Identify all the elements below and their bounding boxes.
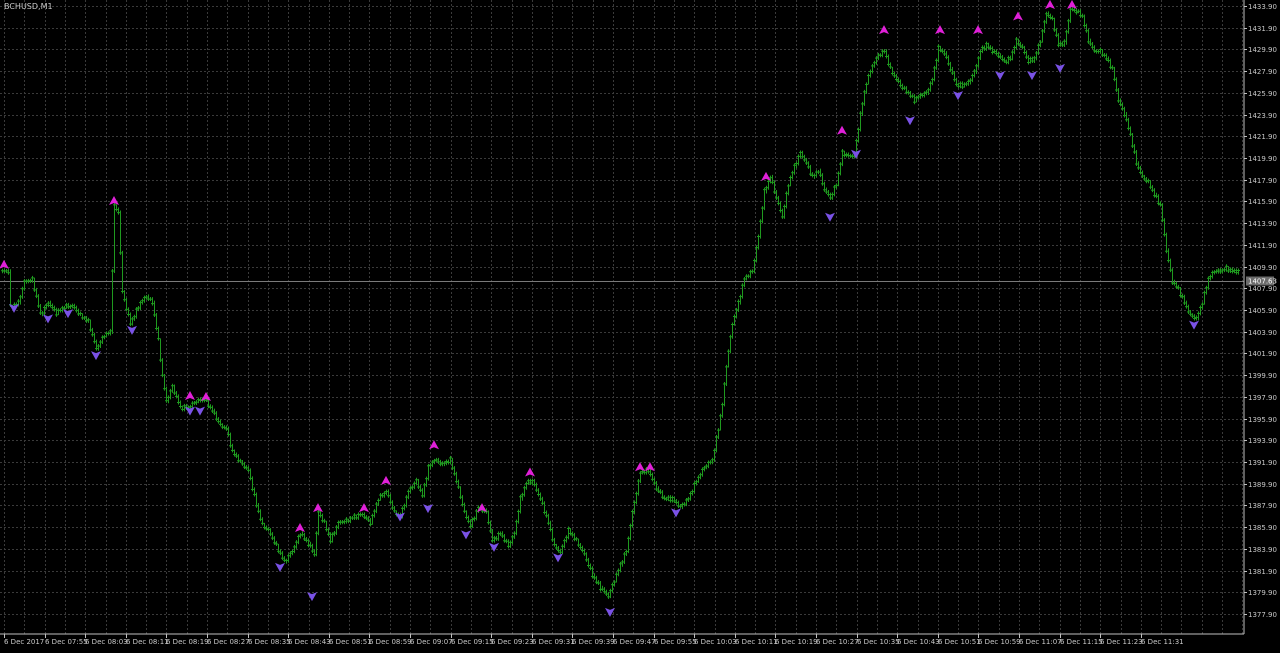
chart-background <box>0 0 1280 649</box>
x-tick-label: 6 Dec 10:11 <box>735 638 778 646</box>
y-tick-label: 1431.90 <box>1248 25 1277 33</box>
x-tick-label: 6 Dec 11:23 <box>1100 638 1143 646</box>
x-tick-label: 6 Dec 08:35 <box>248 638 291 646</box>
y-tick-label: 1393.90 <box>1248 437 1277 445</box>
x-tick-label: 6 Dec 11:31 <box>1141 638 1184 646</box>
y-tick-label: 1395.90 <box>1248 416 1277 424</box>
chart-canvas[interactable]: 1433.90 1431.90 1429.90 1427.90 1425.90 1423.… <box>0 0 1280 649</box>
y-tick-label: 1391.90 <box>1248 459 1277 467</box>
current-price-tag-text: 1407.63 <box>1248 278 1277 286</box>
x-tick-label: 6 Dec 11:07 <box>1019 638 1062 646</box>
y-tick-label: 1423.90 <box>1248 112 1277 120</box>
x-tick-label: 6 Dec 08:51 <box>329 638 372 646</box>
x-tick-label: 6 Dec 10:59 <box>978 638 1021 646</box>
y-tick-label: 1385.90 <box>1248 524 1277 532</box>
x-tick-label: 6 Dec 08:11 <box>126 638 169 646</box>
y-tick-label: 1411.90 <box>1248 242 1277 250</box>
x-tick-label: 6 Dec 2017 <box>4 638 44 646</box>
x-tick-label: 6 Dec 11:15 <box>1060 638 1103 646</box>
y-tick-label: 1399.90 <box>1248 372 1277 380</box>
x-tick-label: 6 Dec 09:47 <box>613 638 656 646</box>
x-tick-label: 6 Dec 09:39 <box>572 638 615 646</box>
x-tick-label: 6 Dec 08:43 <box>288 638 331 646</box>
current-price-tag: 1407.63 <box>1246 276 1277 286</box>
y-tick-label: 1381.90 <box>1248 568 1277 576</box>
y-tick-label: 1419.90 <box>1248 155 1277 163</box>
x-tick-label: 6 Dec 08:19 <box>166 638 209 646</box>
x-tick-label: 6 Dec 09:07 <box>410 638 453 646</box>
y-tick-label: 1429.90 <box>1248 46 1277 54</box>
y-tick-label: 1379.90 <box>1248 589 1277 597</box>
x-tick-label: 6 Dec 07:55 <box>45 638 88 646</box>
symbol-label: BCHUSD,M1 <box>4 2 53 11</box>
y-tick-label: 1415.90 <box>1248 198 1277 206</box>
y-tick-label: 1417.90 <box>1248 177 1277 185</box>
x-tick-label: 6 Dec 08:27 <box>207 638 250 646</box>
y-tick-label: 1405.90 <box>1248 307 1277 315</box>
x-tick-label: 6 Dec 09:55 <box>654 638 697 646</box>
y-tick-label: 1427.90 <box>1248 68 1277 76</box>
price-chart[interactable]: 1433.90 1431.90 1429.90 1427.90 1425.90 1423.… <box>0 0 1280 649</box>
y-tick-label: 1403.90 <box>1248 329 1277 337</box>
y-tick-label: 1409.90 <box>1248 264 1277 272</box>
x-tick-label: 6 Dec 10:27 <box>816 638 859 646</box>
x-tick-label: 6 Dec 10:19 <box>775 638 818 646</box>
y-tick-label: 1383.90 <box>1248 546 1277 554</box>
y-tick-label: 1433.90 <box>1248 3 1277 11</box>
x-tick-label: 6 Dec 08:03 <box>85 638 128 646</box>
x-tick-label: 6 Dec 10:43 <box>897 638 940 646</box>
x-tick-label: 6 Dec 09:23 <box>491 638 534 646</box>
x-tick-label: 6 Dec 10:51 <box>938 638 981 646</box>
y-tick-label: 1407.90 <box>1248 285 1277 293</box>
x-tick-label: 6 Dec 10:03 <box>694 638 737 646</box>
y-tick-label: 1421.90 <box>1248 133 1277 141</box>
y-tick-label: 1425.90 <box>1248 90 1277 98</box>
y-tick-label: 1387.90 <box>1248 502 1277 510</box>
y-axis-labels: 1433.90 1431.90 1429.90 1427.90 1425.90 1423.… <box>1244 3 1277 619</box>
y-tick-label: 1397.90 <box>1248 394 1277 402</box>
x-tick-label: 6 Dec 09:31 <box>532 638 575 646</box>
x-tick-label: 6 Dec 10:35 <box>857 638 900 646</box>
x-tick-label: 6 Dec 08:59 <box>369 638 412 646</box>
x-tick-label: 6 Dec 09:15 <box>451 638 494 646</box>
y-tick-label: 1389.90 <box>1248 481 1277 489</box>
y-tick-label: 1413.90 <box>1248 220 1277 228</box>
y-tick-label: 1377.90 <box>1248 611 1277 619</box>
y-tick-label: 1401.90 <box>1248 350 1277 358</box>
